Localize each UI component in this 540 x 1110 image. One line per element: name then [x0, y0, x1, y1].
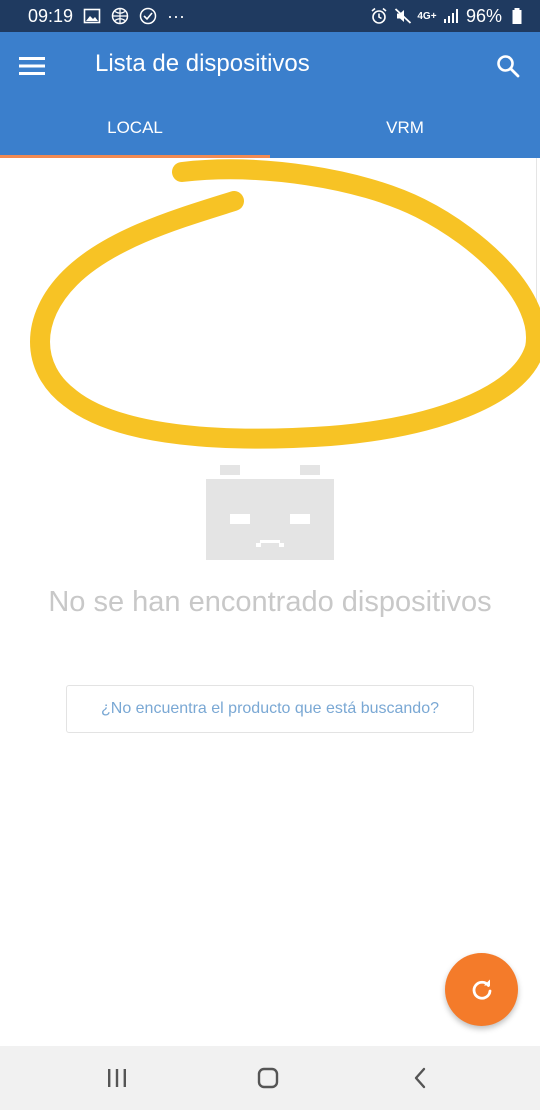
tab-vrm[interactable]: VRM — [270, 98, 540, 158]
search-icon — [497, 55, 520, 78]
tab-bar: LOCAL VRM — [0, 98, 540, 158]
hamburger-menu-button[interactable] — [14, 48, 50, 84]
page-title: Lista de dispositivos — [95, 50, 310, 77]
status-bar: 09:19 ··· 4G+ 96% — [0, 0, 540, 32]
network-arrows-icon: 4G+ — [417, 7, 437, 25]
network-type: 4G+ — [417, 10, 437, 22]
image-icon — [83, 7, 101, 25]
home-button[interactable] — [250, 1062, 286, 1094]
system-nav-bar — [0, 1046, 540, 1110]
battery-icon — [508, 7, 526, 25]
tab-local[interactable]: LOCAL — [0, 98, 270, 158]
home-icon — [257, 1067, 279, 1089]
recent-apps-button[interactable] — [99, 1062, 135, 1094]
alarm-icon — [370, 7, 388, 25]
toolbar: Lista de dispositivos — [0, 32, 540, 98]
app-bar: Lista de dispositivos LOCAL VRM — [0, 32, 540, 158]
empty-state-message: No se han encontrado dispositivos — [48, 586, 492, 618]
signal-icon — [442, 7, 460, 25]
scroll-edge — [536, 158, 540, 368]
sad-robot-icon — [206, 465, 334, 560]
refresh-button[interactable] — [445, 953, 518, 1026]
refresh-icon — [472, 979, 491, 1000]
back-button[interactable] — [402, 1062, 438, 1094]
tab-vrm-label: VRM — [386, 118, 424, 137]
mute-icon — [394, 7, 412, 25]
search-button[interactable] — [490, 48, 526, 84]
globe-icon — [111, 7, 129, 25]
tab-local-label: LOCAL — [107, 118, 163, 137]
recent-apps-icon — [108, 1069, 126, 1087]
data-saver-icon — [139, 7, 157, 25]
back-icon — [414, 1067, 426, 1089]
more-notifications-indicator: ··· — [167, 5, 186, 26]
product-not-found-link[interactable]: ¿No encuentra el producto que está busca… — [66, 685, 474, 733]
status-time: 09:19 — [28, 5, 74, 26]
hamburger-menu-icon — [19, 57, 45, 75]
battery-percent: 96% — [465, 5, 502, 26]
